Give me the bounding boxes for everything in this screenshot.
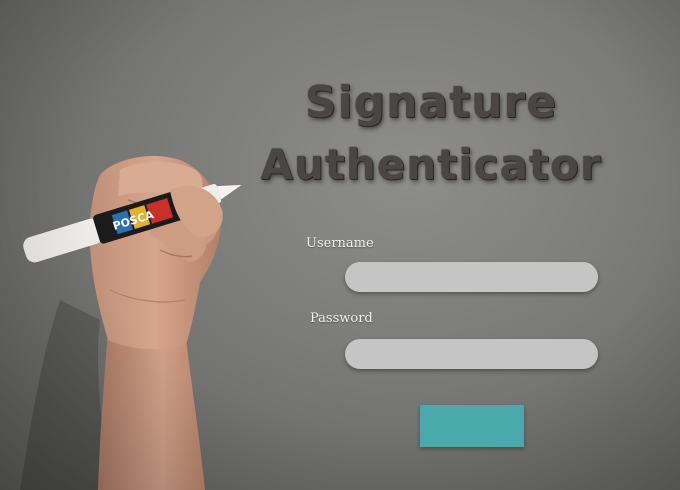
username-input[interactable] xyxy=(345,262,598,292)
title-line-1: Signature xyxy=(304,77,558,128)
submit-button[interactable] xyxy=(420,405,524,447)
username-label: Username xyxy=(306,236,374,251)
page-title: Signature Authenticator xyxy=(236,72,626,196)
password-label: Password xyxy=(310,311,373,326)
title-line-2: Authenticator xyxy=(260,140,602,189)
password-input[interactable] xyxy=(345,339,598,369)
